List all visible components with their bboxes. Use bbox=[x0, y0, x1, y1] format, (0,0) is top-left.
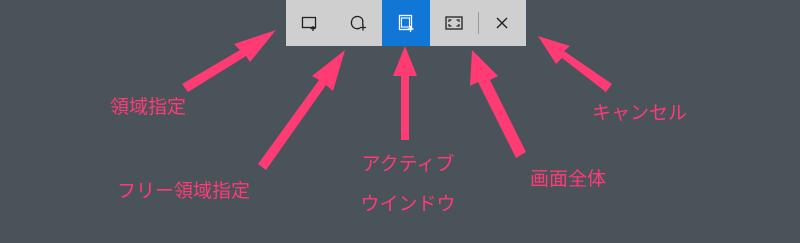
label-rect: 領域指定 bbox=[110, 96, 187, 118]
arrow-close bbox=[538, 36, 612, 92]
arrow-window bbox=[393, 46, 417, 140]
label-close: キャンセル bbox=[592, 102, 688, 124]
label-window-line2: ウインドウ bbox=[360, 193, 456, 215]
label-window: アクティブ ウインドウ bbox=[355, 144, 461, 224]
arrow-fullscreen bbox=[470, 50, 526, 158]
arrow-rect bbox=[182, 30, 276, 92]
label-freeform: フリー領域指定 bbox=[117, 180, 251, 202]
label-window-line1: アクティブ bbox=[361, 153, 455, 175]
arrow-freeform bbox=[258, 50, 345, 170]
label-fullscreen: 画面全体 bbox=[530, 168, 607, 190]
